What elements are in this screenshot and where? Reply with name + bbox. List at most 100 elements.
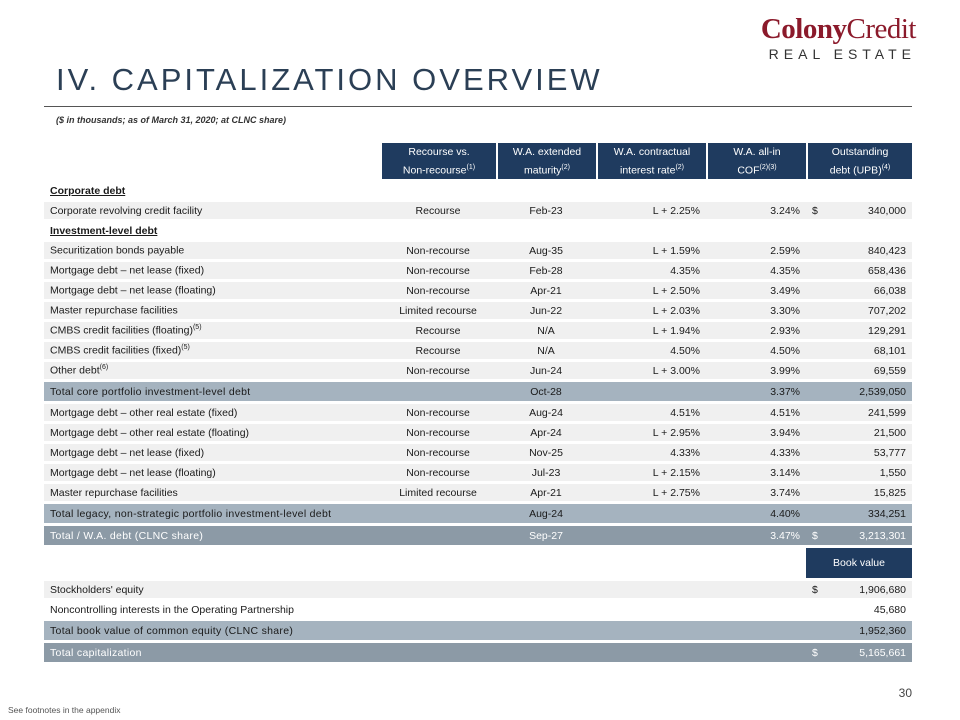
row-rate: L + 1.94% bbox=[596, 322, 706, 339]
row-recourse: Non-recourse bbox=[380, 242, 496, 259]
row-rate-text: L + 2.50% bbox=[652, 284, 700, 297]
row-recourse-text: Non-recourse bbox=[406, 284, 470, 297]
table-row: Master repurchase facilities Limited reco… bbox=[44, 484, 912, 501]
total-label: Total legacy, non-strategic portfolio in… bbox=[44, 504, 380, 523]
header-interest-rate: W.A. contractual interest rate(2) bbox=[596, 143, 706, 179]
row-rate: L + 2.15% bbox=[596, 464, 706, 481]
total-label: Total / W.A. debt (CLNC share) bbox=[44, 526, 380, 545]
header-upb-line1: Outstanding bbox=[831, 145, 889, 158]
row-name-text: Mortgage debt – net lease (floating) bbox=[50, 466, 216, 479]
header-rate-footnote: (2) bbox=[675, 163, 684, 171]
empty-cell bbox=[380, 504, 496, 523]
row-maturity-text: Nov-25 bbox=[529, 446, 563, 459]
row-maturity-text: N/A bbox=[537, 324, 555, 337]
row-cof: 3.74% bbox=[706, 484, 806, 501]
row-name-text: Mortgage debt – net lease (fixed) bbox=[50, 446, 205, 459]
row-maturity: Jun-22 bbox=[496, 302, 596, 319]
empty-cell bbox=[380, 526, 496, 545]
page-subtitle: ($ in thousands; as of March 31, 2020; a… bbox=[56, 115, 287, 125]
row-upb: 69,559 bbox=[806, 362, 912, 379]
row-rate: L + 2.03% bbox=[596, 302, 706, 319]
row-name: Master repurchase facilities bbox=[44, 484, 380, 501]
total-debt-row: Total / W.A. debt (CLNC share) Sep-27 3.… bbox=[44, 526, 912, 545]
empty-cell bbox=[596, 526, 706, 545]
header-rate-line1: W.A. contractual bbox=[613, 145, 691, 158]
header-blank bbox=[44, 143, 380, 179]
row-name: CMBS credit facilities (floating)(5) bbox=[44, 322, 380, 339]
row-recourse: Non-recourse bbox=[380, 262, 496, 279]
title-divider bbox=[44, 106, 912, 107]
page-number: 30 bbox=[898, 686, 912, 700]
empty-cell bbox=[380, 581, 806, 598]
row-rate-text: L + 2.03% bbox=[652, 304, 700, 317]
row-upb-text: 15,825 bbox=[873, 486, 906, 499]
row-name-text: Other debt bbox=[50, 364, 100, 377]
row-maturity: Aug-24 bbox=[496, 404, 596, 421]
row-rate: L + 2.75% bbox=[596, 484, 706, 501]
row-name: Mortgage debt – net lease (floating) bbox=[44, 464, 380, 481]
row-recourse: Non-recourse bbox=[380, 404, 496, 421]
row-upb: 129,291 bbox=[806, 322, 912, 339]
row-recourse-text: Non-recourse bbox=[406, 244, 470, 257]
row-rate: L + 2.50% bbox=[596, 282, 706, 299]
header-recourse-line2: Non-recourse bbox=[402, 164, 467, 177]
table-row: CMBS credit facilities (fixed)(5) Recours… bbox=[44, 342, 912, 359]
header-book-value: Book value bbox=[806, 548, 912, 578]
row-maturity-text: Aug-24 bbox=[529, 406, 563, 419]
header-recourse: Recourse vs. Non-recourse(1) bbox=[380, 143, 496, 179]
header-upb-footnote: (4) bbox=[881, 163, 891, 171]
row-name: Mortgage debt – net lease (floating) bbox=[44, 282, 380, 299]
row-recourse-text: Limited recourse bbox=[399, 304, 477, 317]
row-cof-text: 4.33% bbox=[770, 446, 800, 459]
total-cof: 4.40% bbox=[706, 504, 806, 523]
row-maturity: Jun-24 bbox=[496, 362, 596, 379]
row-rate: L + 2.95% bbox=[596, 424, 706, 441]
row-cof-text: 3.49% bbox=[770, 284, 800, 297]
table-row: Mortgage debt – net lease (floating) Non-… bbox=[44, 282, 912, 299]
table-header-row: Recourse vs. Non-recourse(1) W.A. extende… bbox=[44, 143, 912, 179]
row-recourse: Limited recourse bbox=[380, 484, 496, 501]
row-rate-text: L + 3.00% bbox=[652, 364, 700, 377]
table-row: Other debt(6) Non-recourse Jun-24 L + 3.00%… bbox=[44, 362, 912, 379]
row-name: Other debt(6) bbox=[44, 362, 380, 379]
row-rate-text: L + 2.95% bbox=[652, 426, 700, 439]
row-maturity: Nov-25 bbox=[496, 444, 596, 461]
book-value-header-row: Book value bbox=[44, 548, 912, 578]
table-row: Mortgage debt – net lease (fixed) Non-rec… bbox=[44, 262, 912, 279]
row-name-text: Mortgage debt – net lease (floating) bbox=[50, 284, 216, 297]
row-maturity: Aug-35 bbox=[496, 242, 596, 259]
row-upb: 53,777 bbox=[806, 444, 912, 461]
row-maturity-text: Apr-24 bbox=[530, 426, 562, 439]
row-name: Noncontrolling interests in the Operatin… bbox=[44, 601, 380, 618]
total-core-row: Total core portfolio investment-level de… bbox=[44, 382, 912, 401]
row-upb-text: 658,436 bbox=[868, 264, 906, 277]
total-upb: 334,251 bbox=[806, 504, 912, 523]
row-maturity: Feb-28 bbox=[496, 262, 596, 279]
row-cof-text: 2.59% bbox=[770, 244, 800, 257]
header-cof-line2: COF bbox=[737, 164, 760, 177]
header-recourse-line1: Recourse vs. bbox=[408, 145, 470, 158]
row-cof: 3.24% bbox=[706, 202, 806, 219]
row-maturity-text: N/A bbox=[537, 344, 555, 357]
row-recourse-text: Non-recourse bbox=[406, 446, 470, 459]
empty-cell bbox=[380, 643, 806, 662]
row-recourse-text: Non-recourse bbox=[406, 364, 470, 377]
row-name-text: Mortgage debt – other real estate (fixed… bbox=[50, 406, 238, 419]
empty-cell bbox=[44, 548, 806, 578]
total-maturity: Oct-28 bbox=[496, 382, 596, 401]
row-maturity: Apr-21 bbox=[496, 484, 596, 501]
row-recourse-text: Limited recourse bbox=[399, 486, 477, 499]
row-recourse: Non-recourse bbox=[380, 464, 496, 481]
total-legacy-row: Total legacy, non-strategic portfolio in… bbox=[44, 504, 912, 523]
row-recourse: Non-recourse bbox=[380, 362, 496, 379]
row-cof: 3.99% bbox=[706, 362, 806, 379]
row-cof: 3.49% bbox=[706, 282, 806, 299]
row-cof: 3.30% bbox=[706, 302, 806, 319]
row-cof-text: 3.99% bbox=[770, 364, 800, 377]
row-name: Master repurchase facilities bbox=[44, 302, 380, 319]
row-upb-text: 129,291 bbox=[868, 324, 906, 337]
row-cof-text: 4.35% bbox=[770, 264, 800, 277]
row-maturity: N/A bbox=[496, 342, 596, 359]
row-upb-text: 66,038 bbox=[873, 284, 906, 297]
row-name: CMBS credit facilities (fixed)(5) bbox=[44, 342, 380, 359]
